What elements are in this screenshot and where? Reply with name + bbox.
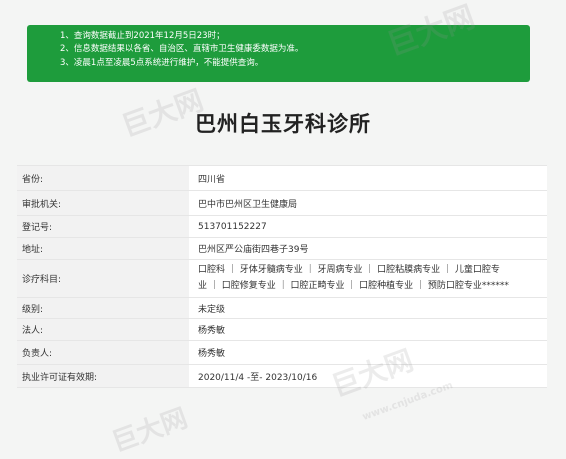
row-label: 负责人: — [17, 341, 189, 364]
row-value: 2020/11/4 -至- 2023/10/16 — [198, 372, 318, 383]
table-row-registration-number: 登记号: 513701152227 — [17, 215, 547, 237]
table-row-license-validity: 执业许可证有效期: 2020/11/4 -至- 2023/10/16 — [17, 364, 547, 388]
row-label: 省份: — [17, 166, 189, 190]
row-value: 杨秀敏 — [198, 326, 226, 336]
table-row-address: 地址: 巴州区严公庙街四巷子39号 — [17, 237, 547, 259]
table-row-level: 级别: 未定级 — [17, 297, 547, 318]
row-label: 法人: — [17, 319, 189, 340]
row-value: 未定级 — [198, 304, 226, 315]
departments-line: 口腔科 ｜ 牙体牙髓病专业 ｜ 牙周病专业 ｜ 口腔粘膜病专业 ｜ 儿童口腔专 — [198, 265, 500, 275]
table-row-province: 省份: 四川省 — [17, 165, 547, 190]
row-label: 登记号: — [17, 216, 189, 237]
row-label: 诊疗科目: — [17, 260, 189, 297]
row-value: 513701152227 — [198, 221, 267, 232]
row-value: 杨秀敏 — [198, 349, 226, 359]
table-row-authority: 审批机关: 巴中市巴州区卫生健康局 — [17, 190, 547, 215]
notice-line: 3、凌晨1点至凌晨5点系统进行维护，不能提供查询。 — [60, 57, 264, 68]
row-label: 地址: — [17, 238, 189, 259]
row-label: 执业许可证有效期: — [17, 365, 189, 387]
clinic-info-table: 省份: 四川省 审批机关: 巴中市巴州区卫生健康局 登记号: 513701152… — [17, 165, 547, 388]
departments-line: 业 ｜ 口腔修复专业 ｜ 口腔正畸专业 ｜ 口腔种植专业 ｜ 预防口腔专业***… — [198, 281, 509, 291]
row-label: 审批机关: — [17, 191, 189, 215]
table-row-departments: 诊疗科目: 口腔科 ｜ 牙体牙髓病专业 ｜ 牙周病专业 ｜ 口腔粘膜病专业 ｜ … — [17, 259, 547, 297]
row-label: 级别: — [17, 298, 189, 318]
notice-line: 1、查询数据截止到2021年12月5日23时； — [60, 31, 225, 41]
page-title: 巴州白玉牙科诊所 — [195, 112, 371, 136]
notice-line: 2、信息数据结果以各省、自治区、直辖市卫生健康委数据为准。 — [60, 44, 304, 55]
row-value: 口腔科 ｜ 牙体牙髓病专业 ｜ 牙周病专业 ｜ 口腔粘膜病专业 ｜ 儿童口腔专 … — [189, 260, 547, 297]
watermark-logo: 巨大网 — [108, 403, 192, 459]
row-value: 四川省 — [198, 174, 226, 185]
table-row-legal-person: 法人: 杨秀敏 — [17, 318, 547, 340]
row-value: 巴中市巴州区卫生健康局 — [198, 199, 298, 210]
table-row-person-in-charge: 负责人: 杨秀敏 — [17, 340, 547, 364]
row-value: 巴州区严公庙街四巷子39号 — [198, 245, 309, 255]
notice-banner: 1、查询数据截止到2021年12月5日23时； 2、信息数据结果以各省、自治区、… — [27, 25, 530, 82]
